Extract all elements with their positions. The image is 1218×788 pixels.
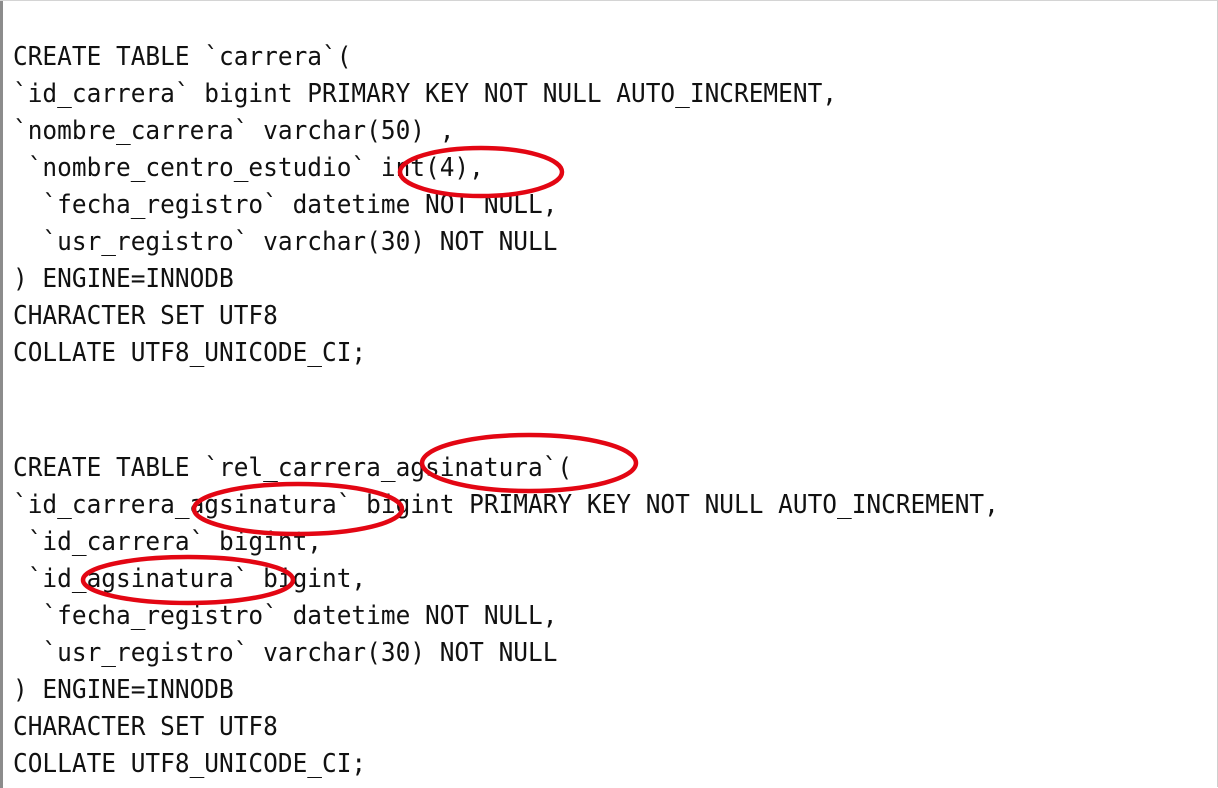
code-line: `usr_registro` varchar(30) NOT NULL (13, 638, 558, 668)
code-line: ) ENGINE=INNODB (13, 264, 234, 294)
code-line: ) ENGINE=INNODB (13, 675, 234, 705)
code-line: `fecha_registro` datetime NOT NULL, (13, 601, 558, 631)
code-line: COLLATE UTF8_UNICODE_CI; (13, 338, 367, 368)
code-line: `usr_registro` varchar(30) NOT NULL (13, 227, 558, 257)
code-line: `fecha_registro` datetime NOT NULL, (13, 190, 558, 220)
editor-left-border (0, 1, 3, 788)
code-line: COLLATE UTF8_UNICODE_CI; (13, 749, 367, 779)
code-line: CHARACTER SET UTF8 (13, 301, 278, 331)
code-line: CHARACTER SET UTF8 (13, 712, 278, 742)
code-line: `nombre_carrera` varchar(50) , (13, 116, 455, 146)
code-line: `id_carrera` bigint PRIMARY KEY NOT NULL… (13, 79, 837, 109)
code-line: CREATE TABLE `carrera`( (13, 42, 352, 72)
code-line: `id_carrera` bigint, (13, 527, 323, 557)
code-line: `nombre_centro_estudio` int(4), (13, 153, 484, 183)
code-line: `id_agsinatura` bigint, (13, 564, 367, 594)
code-line: CREATE TABLE `rel_carrera_agsinatura`( (13, 453, 573, 483)
sql-editor-pane[interactable]: CREATE TABLE `carrera`( `id_carrera` big… (0, 0, 1218, 788)
code-line: `id_carrera_agsinatura` bigint PRIMARY K… (13, 490, 999, 520)
